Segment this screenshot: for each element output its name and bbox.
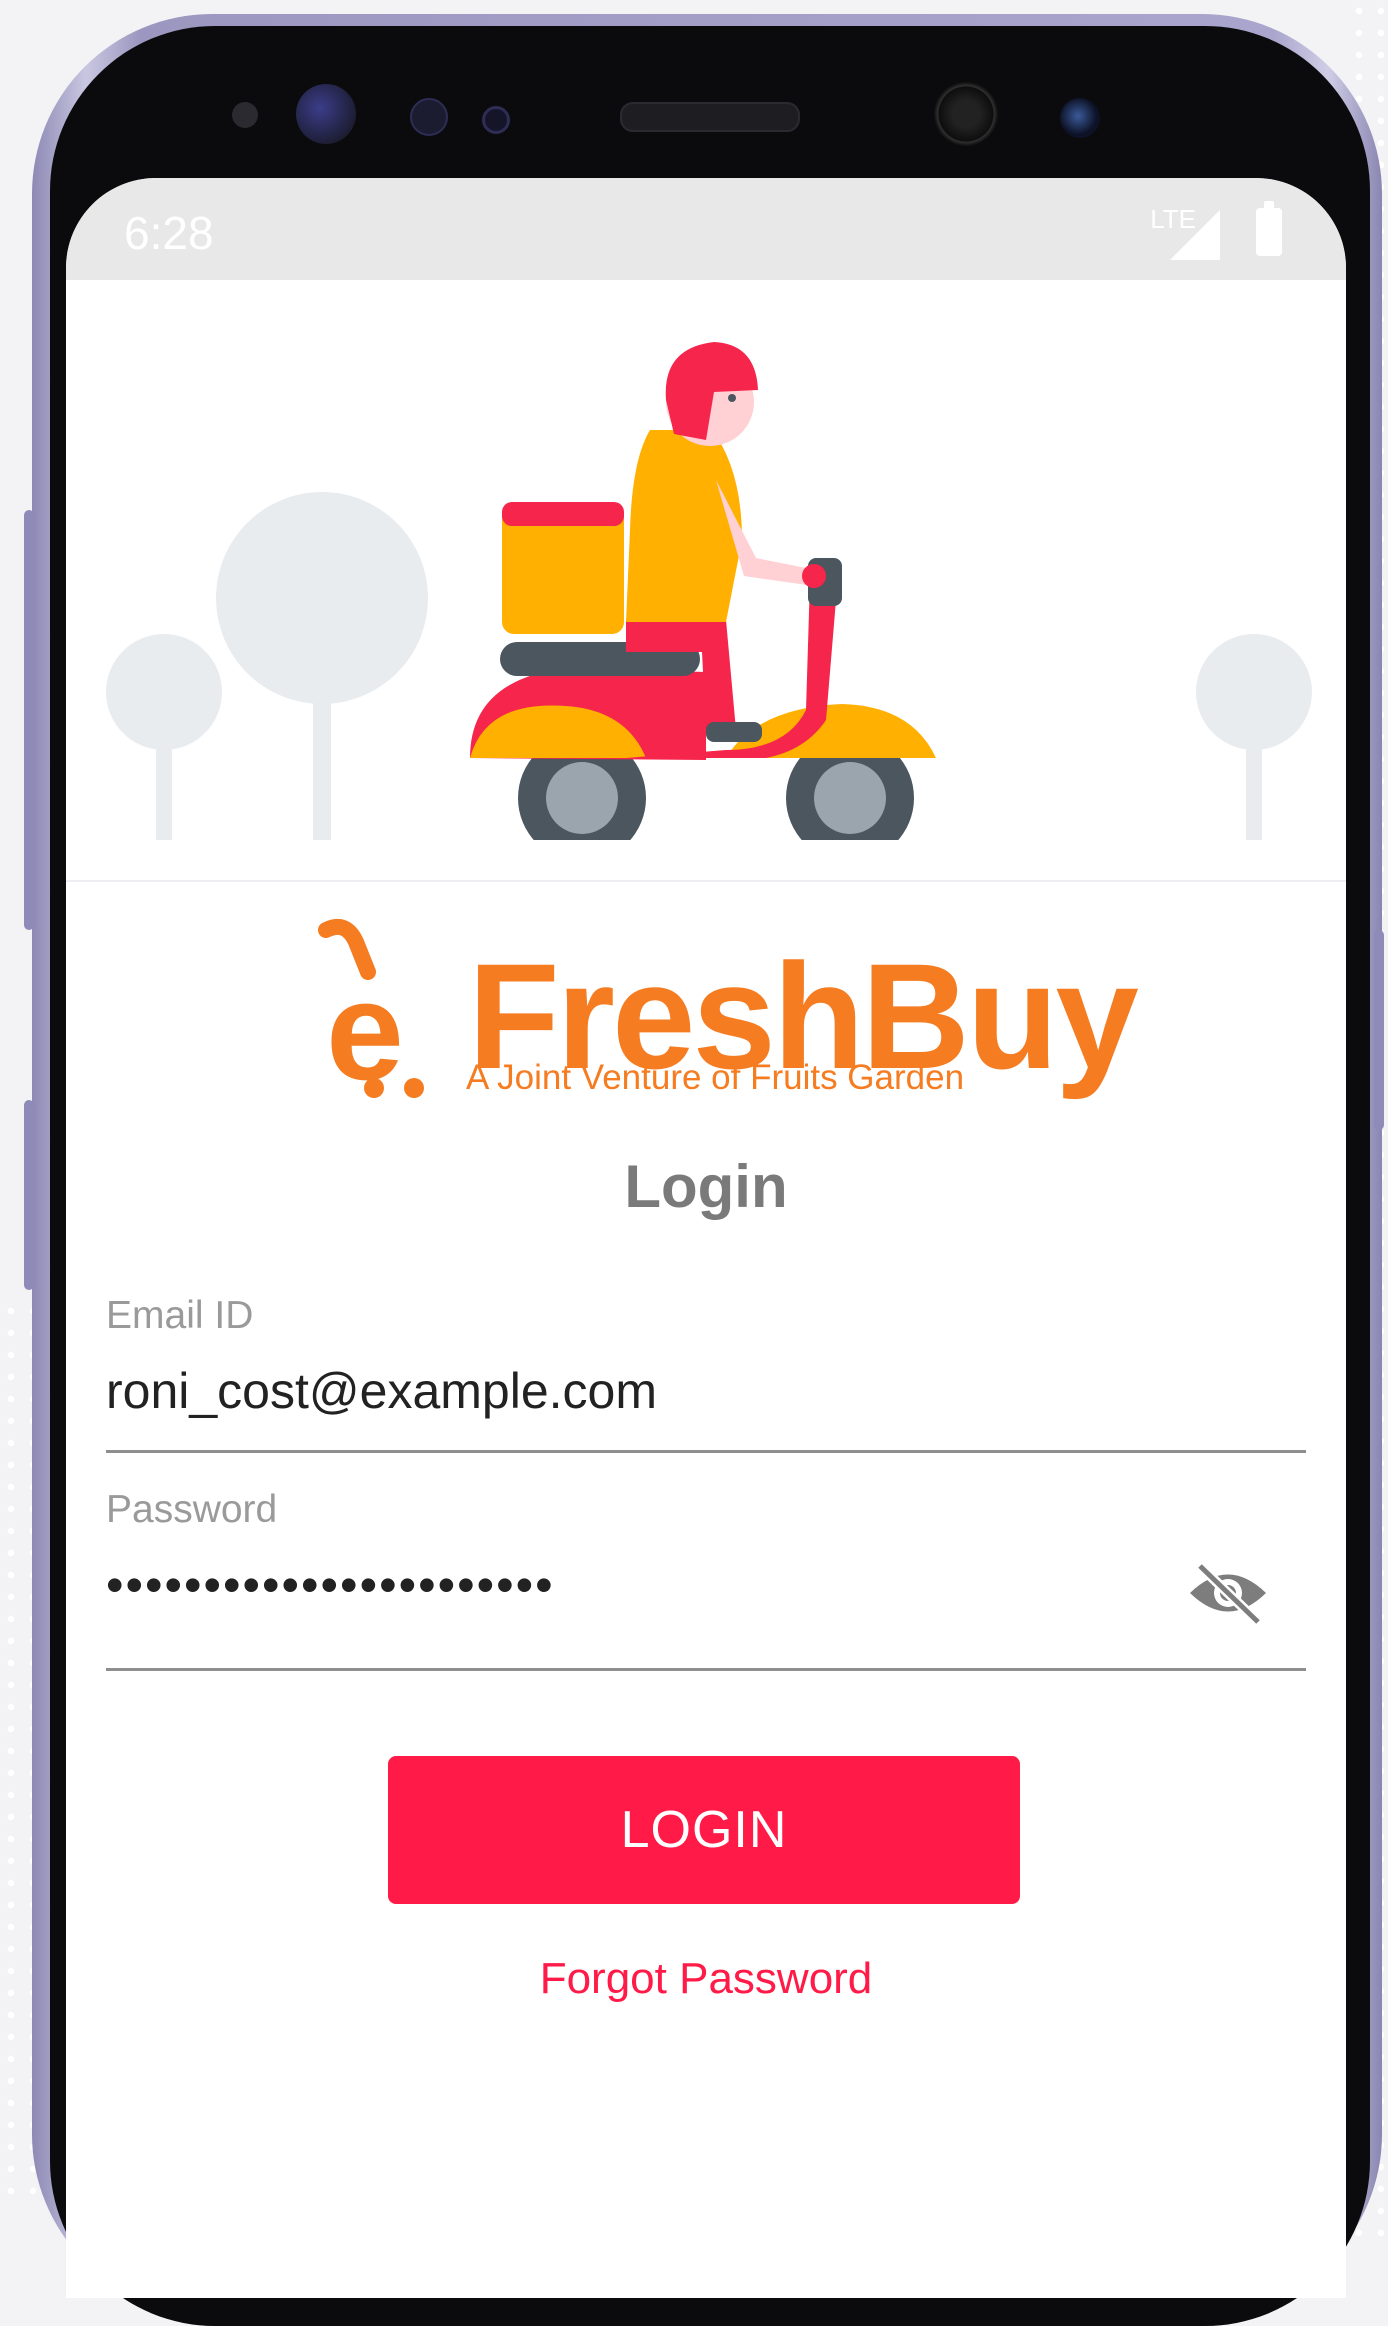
password-label: Password — [106, 1488, 278, 1531]
proximity-sensor — [410, 98, 448, 136]
email-field[interactable]: roni_cost@example.com — [106, 1362, 657, 1420]
earpiece-speaker — [620, 102, 800, 132]
email-label: Email ID — [106, 1294, 254, 1337]
efreshbuy-logo: e FreshBuy A Joint Venture of Fruits Gar… — [286, 890, 1139, 1110]
eye-off-icon[interactable] — [1186, 1560, 1270, 1626]
ground-line — [66, 880, 1346, 882]
iris-scanner — [296, 84, 356, 144]
password-underline — [106, 1668, 1306, 1671]
sensor-dot — [232, 102, 258, 128]
delivery-scooter-illustration — [106, 342, 1312, 840]
front-camera — [934, 82, 998, 146]
page-title: Login — [624, 1153, 788, 1220]
status-time: 6:28 — [124, 207, 214, 259]
brand-e: e — [326, 952, 404, 1109]
light-sensor — [482, 106, 510, 134]
signal-icon — [1170, 210, 1220, 260]
email-underline — [106, 1450, 1306, 1453]
bixby-button — [24, 1100, 34, 1290]
volume-button — [24, 510, 34, 930]
status-bar: 6:28 LTE — [66, 178, 1346, 280]
app-screen: 6:28 LTE e FreshBuy A Joint Venture of F… — [66, 178, 1346, 2298]
power-button — [1374, 930, 1384, 1130]
forgot-password-link[interactable]: Forgot Password — [66, 1954, 1346, 2004]
camera-sensor — [1060, 98, 1100, 138]
password-field[interactable]: ••••••••••••••••••••••• — [106, 1556, 555, 1614]
login-button[interactable]: LOGIN — [388, 1756, 1020, 1904]
brand-tagline: A Joint Venture of Fruits Garden — [466, 1058, 965, 1097]
battery-icon — [1256, 201, 1282, 256]
